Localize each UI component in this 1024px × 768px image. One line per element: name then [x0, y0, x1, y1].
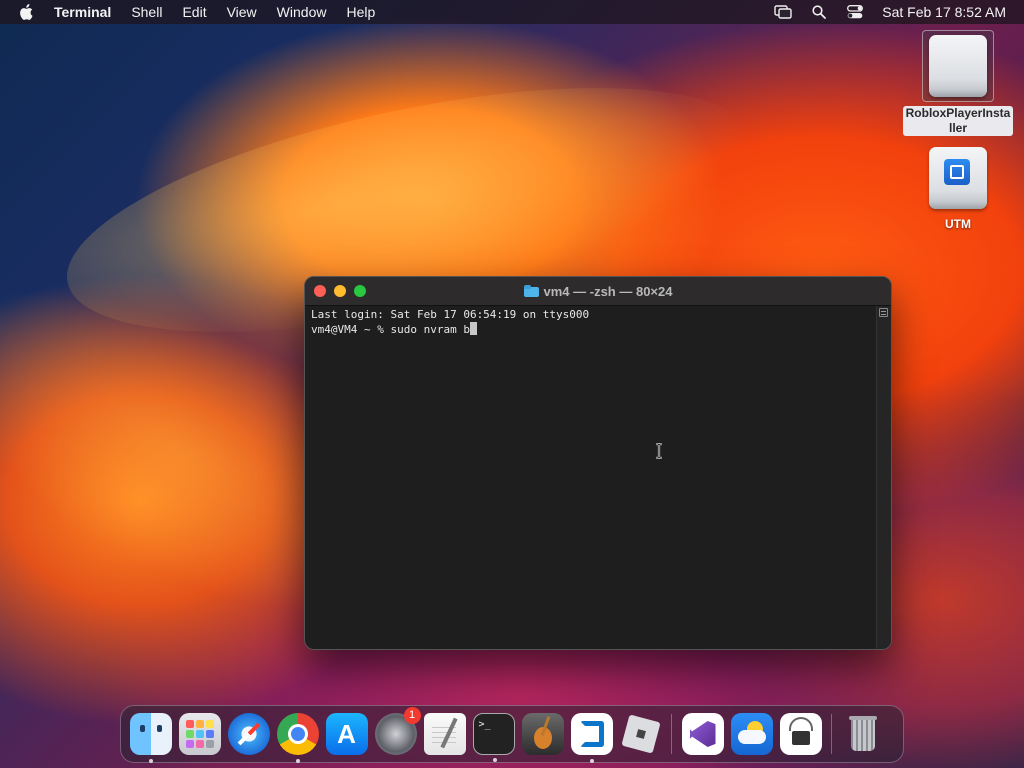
menu-bar: Terminal Shell Edit View Window Help Sat… [0, 0, 1024, 24]
dock-launchpad-icon[interactable] [178, 713, 221, 755]
dock-garageband-icon[interactable] [521, 713, 564, 755]
menu-view[interactable]: View [227, 4, 257, 20]
ibeam-cursor-icon [656, 443, 662, 459]
apple-menu-icon[interactable] [18, 4, 34, 20]
dock-terminal-icon[interactable]: >_ [472, 713, 515, 762]
zoom-button[interactable] [354, 285, 366, 297]
utm-volume-icon [929, 147, 987, 209]
dock-system-information-icon[interactable] [779, 713, 822, 755]
terminal-line: vm4@VM4 ~ % sudo nvram b [311, 323, 470, 336]
dock: A 1 >_ [120, 705, 904, 763]
menu-window[interactable]: Window [277, 4, 327, 20]
menu-edit[interactable]: Edit [182, 4, 206, 20]
terminal-window[interactable]: vm4 — -zsh — 80×24 Last login: Sat Feb 1… [304, 276, 892, 650]
window-title: vm4 — -zsh — 80×24 [543, 283, 673, 299]
dock-textedit-icon[interactable] [423, 713, 466, 755]
desktop-icon-roblox-installer[interactable]: RobloxPlayerInstaller [903, 30, 1013, 137]
dock-weather-icon[interactable] [730, 713, 773, 755]
desktop-icon-label: RobloxPlayerInstaller [903, 106, 1013, 136]
terminal-line: Last login: Sat Feb 17 06:54:19 on ttys0… [311, 308, 590, 321]
dock-app-store-icon[interactable]: A [325, 713, 368, 755]
menu-shell[interactable]: Shell [131, 4, 162, 20]
menu-clock[interactable]: Sat Feb 17 8:52 AM [882, 4, 1006, 20]
split-pane-icon[interactable] [879, 308, 888, 317]
terminal-prompt-line: vm4@VM4 ~ % sudo nvram b [311, 322, 871, 337]
window-titlebar[interactable]: vm4 — -zsh — 80×24 [305, 277, 891, 306]
disk-image-icon [929, 35, 987, 97]
menu-help[interactable]: Help [346, 4, 375, 20]
dock-system-settings-icon[interactable]: 1 [374, 707, 421, 755]
desktop-icon-label: UTM [945, 217, 971, 231]
scrollbar[interactable] [876, 306, 891, 649]
dock-roblox-icon[interactable] [620, 713, 662, 755]
folder-icon [523, 285, 539, 297]
minimize-button[interactable] [334, 285, 346, 297]
control-center-icon[interactable] [846, 4, 864, 20]
notification-badge: 1 [403, 707, 421, 724]
dock-finder-icon[interactable] [129, 713, 172, 763]
dock-safari-icon[interactable] [227, 713, 270, 755]
desktop-icon-utm[interactable]: UTM [903, 143, 1013, 233]
dock-separator [671, 714, 672, 754]
screen-mirroring-icon[interactable] [774, 4, 792, 20]
close-button[interactable] [314, 285, 326, 297]
dock-separator [831, 714, 832, 754]
menu-app-name[interactable]: Terminal [54, 4, 111, 20]
search-icon[interactable] [810, 4, 828, 20]
dock-trash-icon[interactable] [842, 713, 884, 755]
text-cursor [469, 322, 477, 335]
dock-vscode-icon[interactable] [570, 713, 613, 763]
terminal-output[interactable]: Last login: Sat Feb 17 06:54:19 on ttys0… [305, 306, 877, 649]
dock-visual-studio-icon[interactable] [681, 713, 724, 755]
dock-chrome-icon[interactable] [276, 713, 319, 763]
